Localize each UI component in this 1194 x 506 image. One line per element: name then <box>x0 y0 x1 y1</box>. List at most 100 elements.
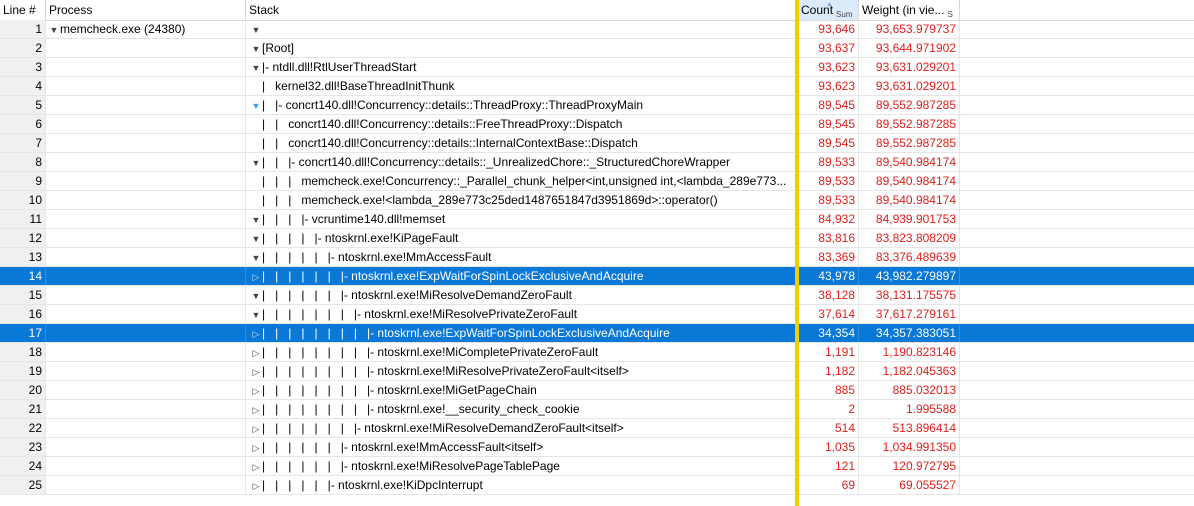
table-header: Line # Process Stack Count Sum Weight (in… <box>0 0 1194 21</box>
column-header-line[interactable]: Line # <box>0 0 46 20</box>
collapse-arrow-icon[interactable]: ▷ <box>250 382 262 399</box>
count-cell: 34,354 <box>798 324 859 342</box>
stack-frame-text: | kernel32.dll!BaseThreadInitThunk <box>262 79 455 93</box>
stack-frame-text: | | concrt140.dll!Concurrency::details::… <box>262 117 623 131</box>
empty-cell <box>960 267 1194 285</box>
stack-frame-text: | | | | | | | |- ntoskrnl.exe!MiResolveP… <box>262 307 578 321</box>
weight-cell-text: 120.972795 <box>892 459 956 473</box>
table-row[interactable]: 25 ▷ | | | | | |- ntoskrnl.exe!KiDpcInterr… <box>0 476 1194 495</box>
weight-cell: 885.032013 <box>859 381 960 399</box>
table-row[interactable]: 13 ▼ | | | | | |- ntoskrnl.exe!MmAccessFau… <box>0 248 1194 267</box>
process-cell <box>46 191 246 209</box>
weight-cell: 89,540.984174 <box>859 153 960 171</box>
empty-cell <box>960 96 1194 114</box>
count-cell-text: 89,533 <box>818 155 855 169</box>
column-header-weight[interactable]: Weight (in vie... S <box>859 0 960 20</box>
column-header-stack[interactable]: Stack <box>246 0 798 20</box>
line-number-cell-text: 4 <box>35 79 42 93</box>
line-number-cell-text: 12 <box>28 231 42 245</box>
expand-arrow-icon[interactable]: ▼ <box>250 59 262 76</box>
count-cell: 83,369 <box>798 248 859 266</box>
column-header-process[interactable]: Process <box>46 0 246 20</box>
table-row[interactable]: 4 | kernel32.dll!BaseThreadInitThunk 93,62… <box>0 77 1194 96</box>
table-row[interactable]: 6 | | concrt140.dll!Concurrency::details:… <box>0 115 1194 134</box>
weight-cell-text: 93,653.979737 <box>875 22 956 36</box>
table-row[interactable]: 8 ▼ | | |- concrt140.dll!Concurrency::deta… <box>0 153 1194 172</box>
count-cell-text: 2 <box>848 402 855 416</box>
collapse-arrow-icon[interactable]: ▷ <box>250 268 262 285</box>
table-row[interactable]: 17 ▷ | | | | | | | | |- ntoskrnl.exe!ExpWa… <box>0 324 1194 343</box>
column-divider-highlight[interactable] <box>795 0 799 506</box>
line-number-cell-text: 2 <box>35 41 42 55</box>
table-row[interactable]: 16 ▼ | | | | | | | |- ntoskrnl.exe!MiResol… <box>0 305 1194 324</box>
line-number-cell: 8 <box>0 153 46 171</box>
stack-cell: | | | memcheck.exe!<lambda_289e773c25ded… <box>246 191 798 209</box>
stack-cell: ▼ | | | | | | | |- ntoskrnl.exe!MiResolve… <box>246 305 798 323</box>
stack-frame-text: | | | | | | | | |- ntoskrnl.exe!MiGetPag… <box>262 383 537 397</box>
stack-frame-text: | | | | | |- ntoskrnl.exe!MmAccessFault <box>262 250 492 264</box>
empty-cell <box>960 286 1194 304</box>
line-number-cell: 12 <box>0 229 46 247</box>
table-row[interactable]: 14 ▷ | | | | | | |- ntoskrnl.exe!ExpWaitFo… <box>0 267 1194 286</box>
table-row[interactable]: 12 ▼ | | | | |- ntoskrnl.exe!KiPageFault 83… <box>0 229 1194 248</box>
expand-arrow-icon[interactable]: ▼ <box>250 40 262 57</box>
expand-arrow-icon[interactable]: ▼ <box>250 21 262 38</box>
table-row[interactable]: 5 ▼ | |- concrt140.dll!Concurrency::detail… <box>0 96 1194 115</box>
collapse-arrow-icon[interactable]: ▷ <box>250 439 262 456</box>
stack-frame-text: [Root] <box>262 41 295 55</box>
expand-arrow-icon[interactable]: ▼ <box>250 230 262 247</box>
count-cell-text: 121 <box>834 459 855 473</box>
table-row[interactable]: 1 ▼ memcheck.exe (24380) ▼ 93,646 93,653.9797… <box>0 20 1194 39</box>
count-cell: 93,623 <box>798 77 859 95</box>
table-row[interactable]: 22 ▷ | | | | | | | |- ntoskrnl.exe!MiResol… <box>0 419 1194 438</box>
count-cell-text: 83,816 <box>818 231 855 245</box>
process-cell <box>46 286 246 304</box>
stack-cell: | kernel32.dll!BaseThreadInitThunk <box>246 77 798 95</box>
collapse-arrow-icon[interactable]: ▷ <box>250 420 262 437</box>
expand-arrow-icon[interactable]: ▼ <box>250 306 262 323</box>
line-number-cell: 9 <box>0 172 46 190</box>
collapse-arrow-icon[interactable]: ▷ <box>250 344 262 361</box>
expand-arrow-icon[interactable]: ▼ <box>250 97 262 114</box>
collapse-arrow-icon[interactable]: ▷ <box>250 363 262 380</box>
table-row[interactable]: 15 ▼ | | | | | | |- ntoskrnl.exe!MiResolve… <box>0 286 1194 305</box>
empty-cell <box>960 305 1194 323</box>
weight-cell: 43,982.279897 <box>859 267 960 285</box>
collapse-arrow-icon[interactable]: ▷ <box>250 458 262 475</box>
count-cell: 89,533 <box>798 153 859 171</box>
table-row[interactable]: 21 ▷ | | | | | | | | |- ntoskrnl.exe!__sec… <box>0 400 1194 419</box>
table-row[interactable]: 20 ▷ | | | | | | | | |- ntoskrnl.exe!MiGet… <box>0 381 1194 400</box>
table-row[interactable]: 18 ▷ | | | | | | | | |- ntoskrnl.exe!MiCom… <box>0 343 1194 362</box>
table-row[interactable]: 23 ▷ | | | | | | |- ntoskrnl.exe!MmAccessF… <box>0 438 1194 457</box>
line-number-cell-text: 25 <box>28 478 42 492</box>
table-row[interactable]: 3 ▼ |- ntdll.dll!RtlUserThreadStart 93,623 9… <box>0 58 1194 77</box>
collapse-arrow-icon[interactable]: ▷ <box>250 477 262 494</box>
table-row[interactable]: 24 ▷ | | | | | | |- ntoskrnl.exe!MiResolve… <box>0 457 1194 476</box>
expand-arrow-icon[interactable]: ▼ <box>250 211 262 228</box>
expand-arrow-icon[interactable]: ▼ <box>250 249 262 266</box>
line-number-cell-text: 1 <box>35 22 42 36</box>
line-number-cell: 25 <box>0 476 46 494</box>
process-cell <box>46 419 246 437</box>
count-cell: 89,545 <box>798 96 859 114</box>
weight-cell: 1,182.045363 <box>859 362 960 380</box>
expand-arrow-icon[interactable]: ▼ <box>48 21 60 38</box>
weight-cell-text: 38,131.175575 <box>875 288 956 302</box>
weight-cell: 93,644.971902 <box>859 39 960 57</box>
weight-cell-text: 37,617.279161 <box>875 307 956 321</box>
table-row[interactable]: 11 ▼ | | | |- vcruntime140.dll!memset 84,93… <box>0 210 1194 229</box>
stack-frame-text: | | | | | | |- ntoskrnl.exe!MmAccessFaul… <box>262 440 544 454</box>
table-row[interactable]: 10 | | | memcheck.exe!<lambda_289e773c25d… <box>0 191 1194 210</box>
stack-cell: ▷ | | | | | | | | |- ntoskrnl.exe!MiGetPa… <box>246 381 798 399</box>
collapse-arrow-icon[interactable]: ▷ <box>250 401 262 418</box>
collapse-arrow-icon[interactable]: ▷ <box>250 325 262 342</box>
expand-arrow-icon[interactable]: ▼ <box>250 287 262 304</box>
table-row[interactable]: 9 | | | memcheck.exe!Concurrency::_Parall… <box>0 172 1194 191</box>
table-row[interactable]: 19 ▷ | | | | | | | | |- ntoskrnl.exe!MiRes… <box>0 362 1194 381</box>
weight-cell: 83,823.808209 <box>859 229 960 247</box>
expand-arrow-icon[interactable]: ▼ <box>250 154 262 171</box>
table-row[interactable]: 7 | | concrt140.dll!Concurrency::details:… <box>0 134 1194 153</box>
line-number-cell: 7 <box>0 134 46 152</box>
count-cell: 1,182 <box>798 362 859 380</box>
table-row[interactable]: 2 ▼ [Root] 93,637 93,644.971902 <box>0 39 1194 58</box>
